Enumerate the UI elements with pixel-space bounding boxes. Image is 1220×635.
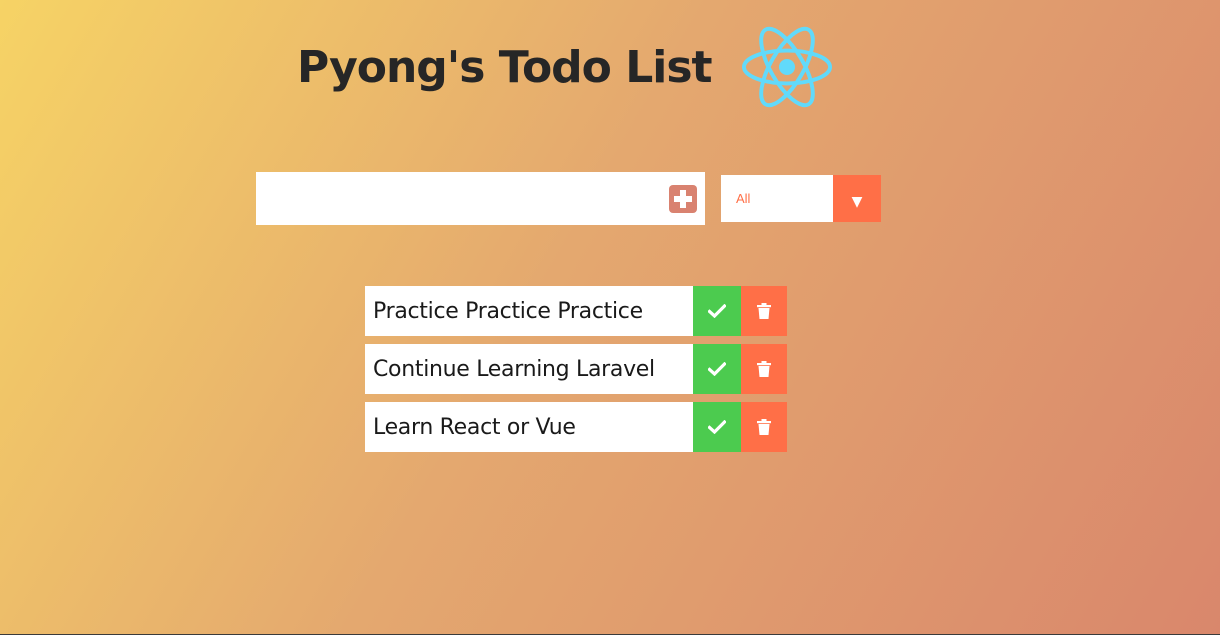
trash-icon <box>757 419 771 435</box>
check-icon <box>708 362 726 376</box>
check-icon <box>708 304 726 318</box>
header: Pyong's Todo List <box>297 26 832 108</box>
todo-input[interactable] <box>256 172 669 225</box>
trash-icon <box>757 361 771 377</box>
check-icon <box>708 420 726 434</box>
todo-text: Continue Learning Laravel <box>365 344 693 394</box>
todo-text: Learn React or Vue <box>365 402 693 452</box>
trash-icon <box>757 303 771 319</box>
delete-button[interactable] <box>741 402 787 452</box>
complete-button[interactable] <box>693 286 741 336</box>
page-title: Pyong's Todo List <box>297 41 713 93</box>
delete-button[interactable] <box>741 344 787 394</box>
todo-text: Practice Practice Practice <box>365 286 693 336</box>
add-todo-button[interactable] <box>669 184 697 213</box>
caret-down-icon[interactable]: ▼ <box>833 175 881 222</box>
todo-item: Continue Learning Laravel <box>365 344 787 394</box>
complete-button[interactable] <box>693 344 741 394</box>
delete-button[interactable] <box>741 286 787 336</box>
complete-button[interactable] <box>693 402 741 452</box>
todo-item: Learn React or Vue <box>365 402 787 452</box>
todo-list: Practice Practice Practice Continue Lear… <box>365 286 787 460</box>
filter-select[interactable]: All ▼ <box>721 175 881 222</box>
todo-item: Practice Practice Practice <box>365 286 787 336</box>
filter-selected-value: All <box>736 191 751 206</box>
react-logo-icon <box>741 26 832 108</box>
todo-form <box>256 172 705 225</box>
